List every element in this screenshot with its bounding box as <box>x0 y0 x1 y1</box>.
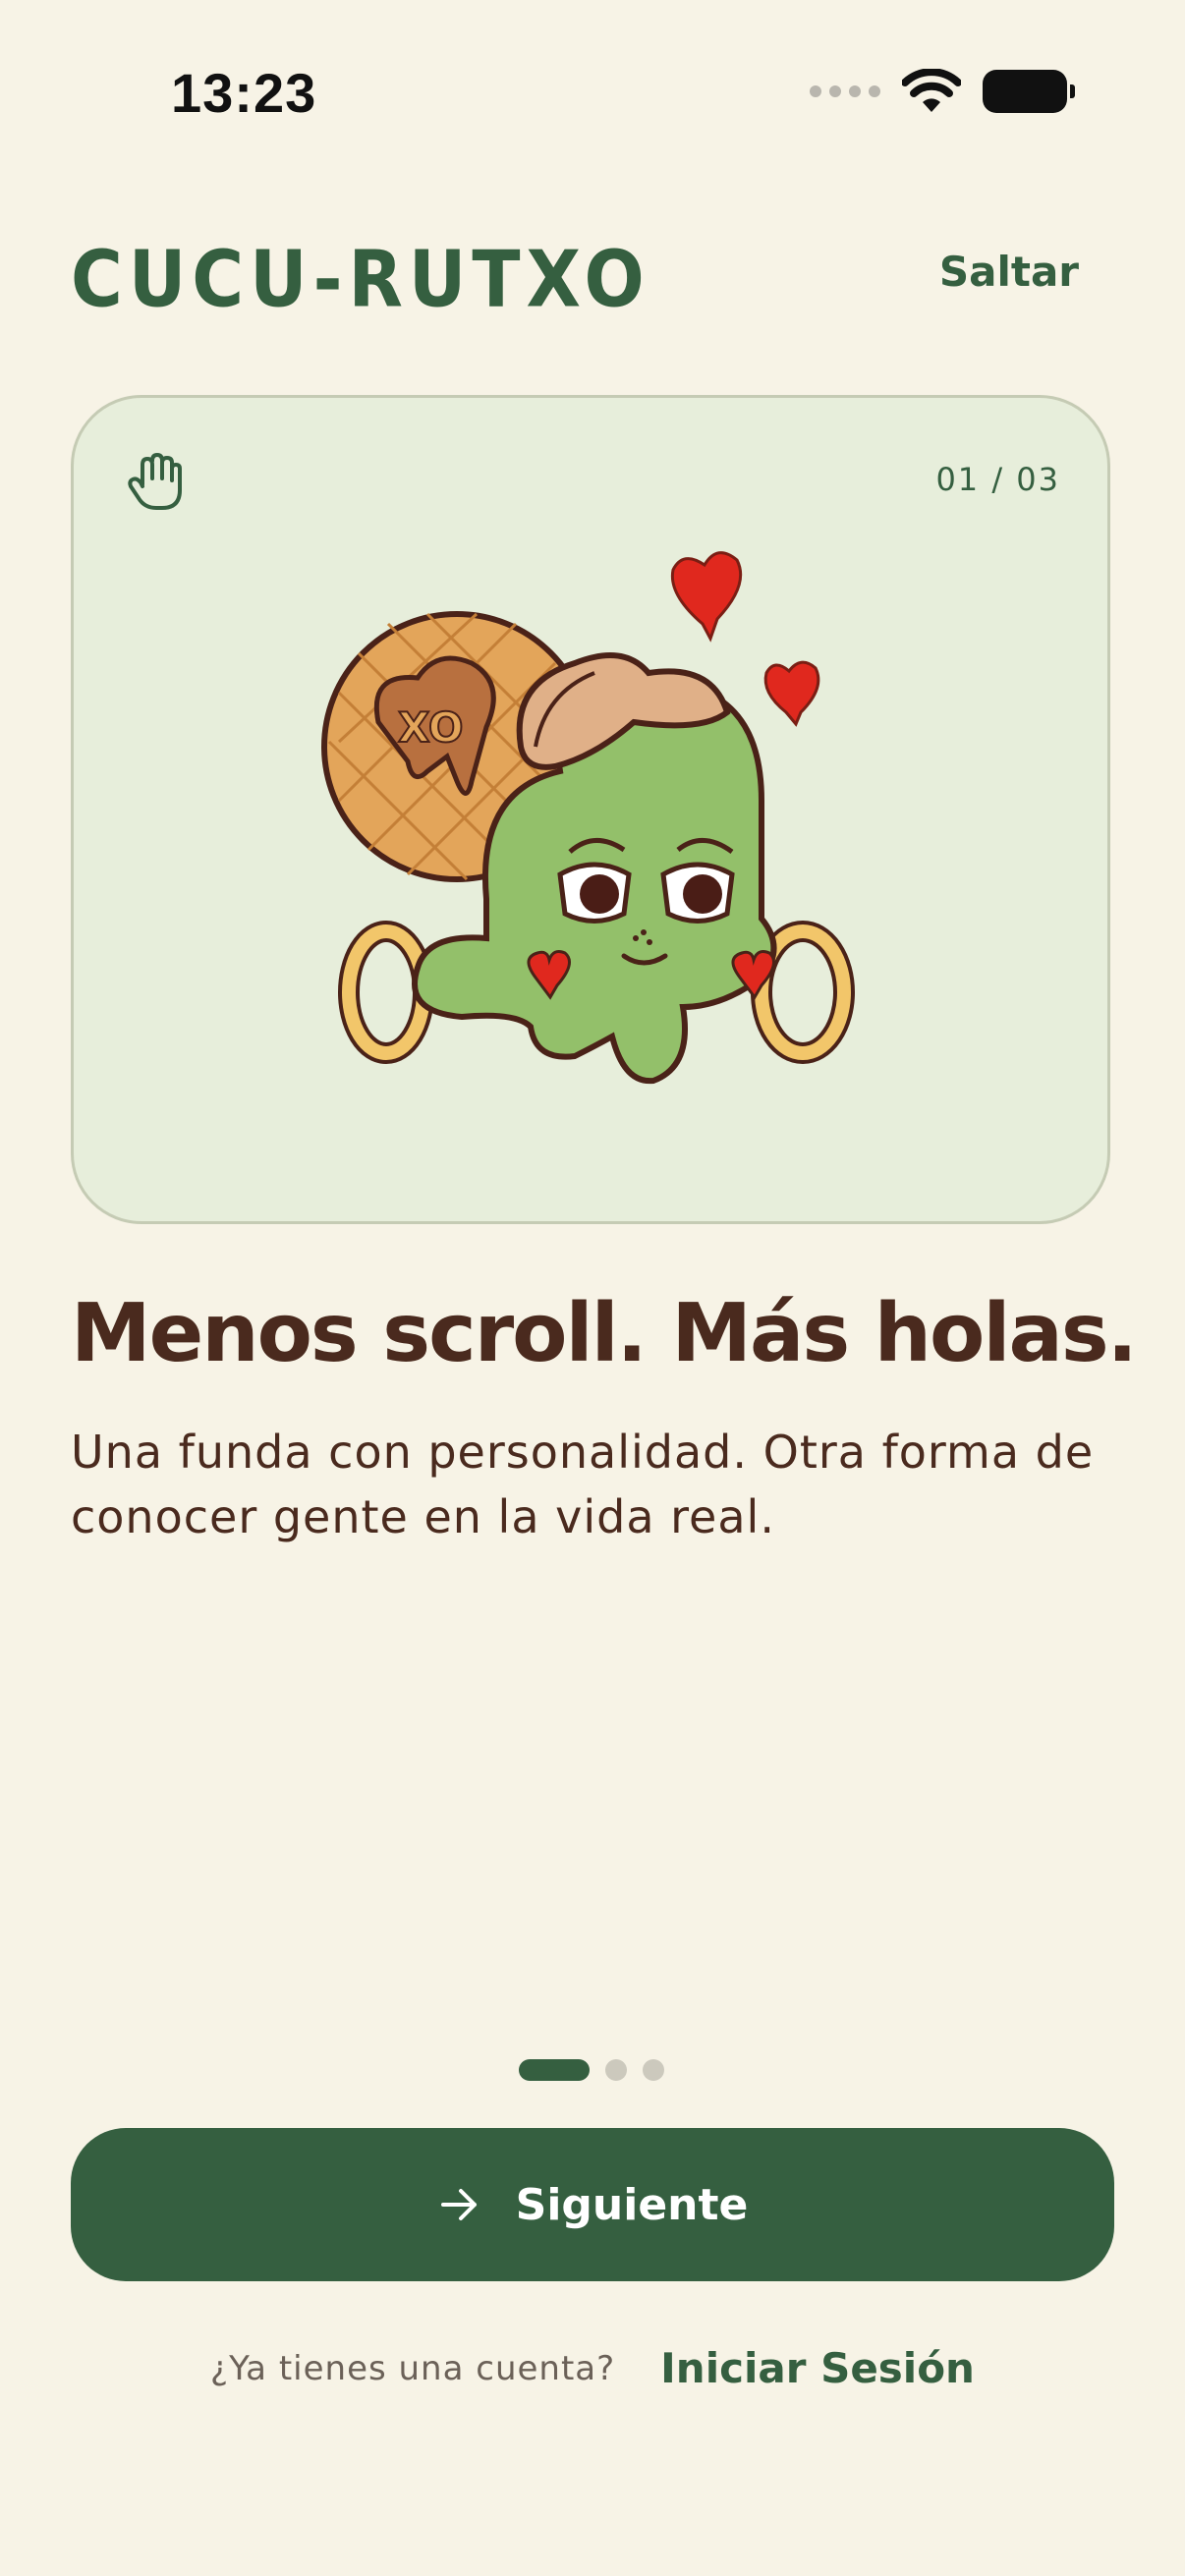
status-icons <box>810 69 1075 114</box>
pager-dots <box>519 2059 664 2081</box>
battery-icon <box>983 70 1075 113</box>
hand-wave-icon <box>128 453 182 510</box>
pager-dot-3[interactable] <box>643 2059 664 2081</box>
pager-dot-2[interactable] <box>605 2059 627 2081</box>
next-button-label: Siguiente <box>515 2179 749 2230</box>
login-prompt: ¿Ya tienes una cuenta? <box>210 2348 616 2388</box>
mascot-illustration: XO <box>321 551 855 1085</box>
login-link[interactable]: Iniciar Sesión <box>660 2344 975 2392</box>
slide-subtitle: Una funda con personalidad. Otra forma d… <box>71 1426 1095 1543</box>
skip-button[interactable]: Saltar <box>939 248 1079 296</box>
login-row: ¿Ya tienes una cuenta? Iniciar Sesión <box>0 2344 1185 2392</box>
svg-text:XO: XO <box>398 703 464 752</box>
arrow-right-icon <box>440 2189 477 2220</box>
page-counter: 01 / 03 <box>935 461 1060 498</box>
status-time: 13:23 <box>171 62 317 124</box>
next-button[interactable]: Siguiente <box>71 2128 1114 2281</box>
onboarding-card: 01 / 03 XO <box>71 395 1110 1224</box>
app-logo: CUCU-RUTXO <box>71 234 650 325</box>
status-bar: 13:23 <box>0 0 1185 187</box>
cellular-signal-icon <box>810 85 880 97</box>
wifi-icon <box>902 69 961 112</box>
pager-dot-1[interactable] <box>519 2059 590 2081</box>
slide-headline: Menos scroll. Más holas. <box>71 1287 1138 1380</box>
